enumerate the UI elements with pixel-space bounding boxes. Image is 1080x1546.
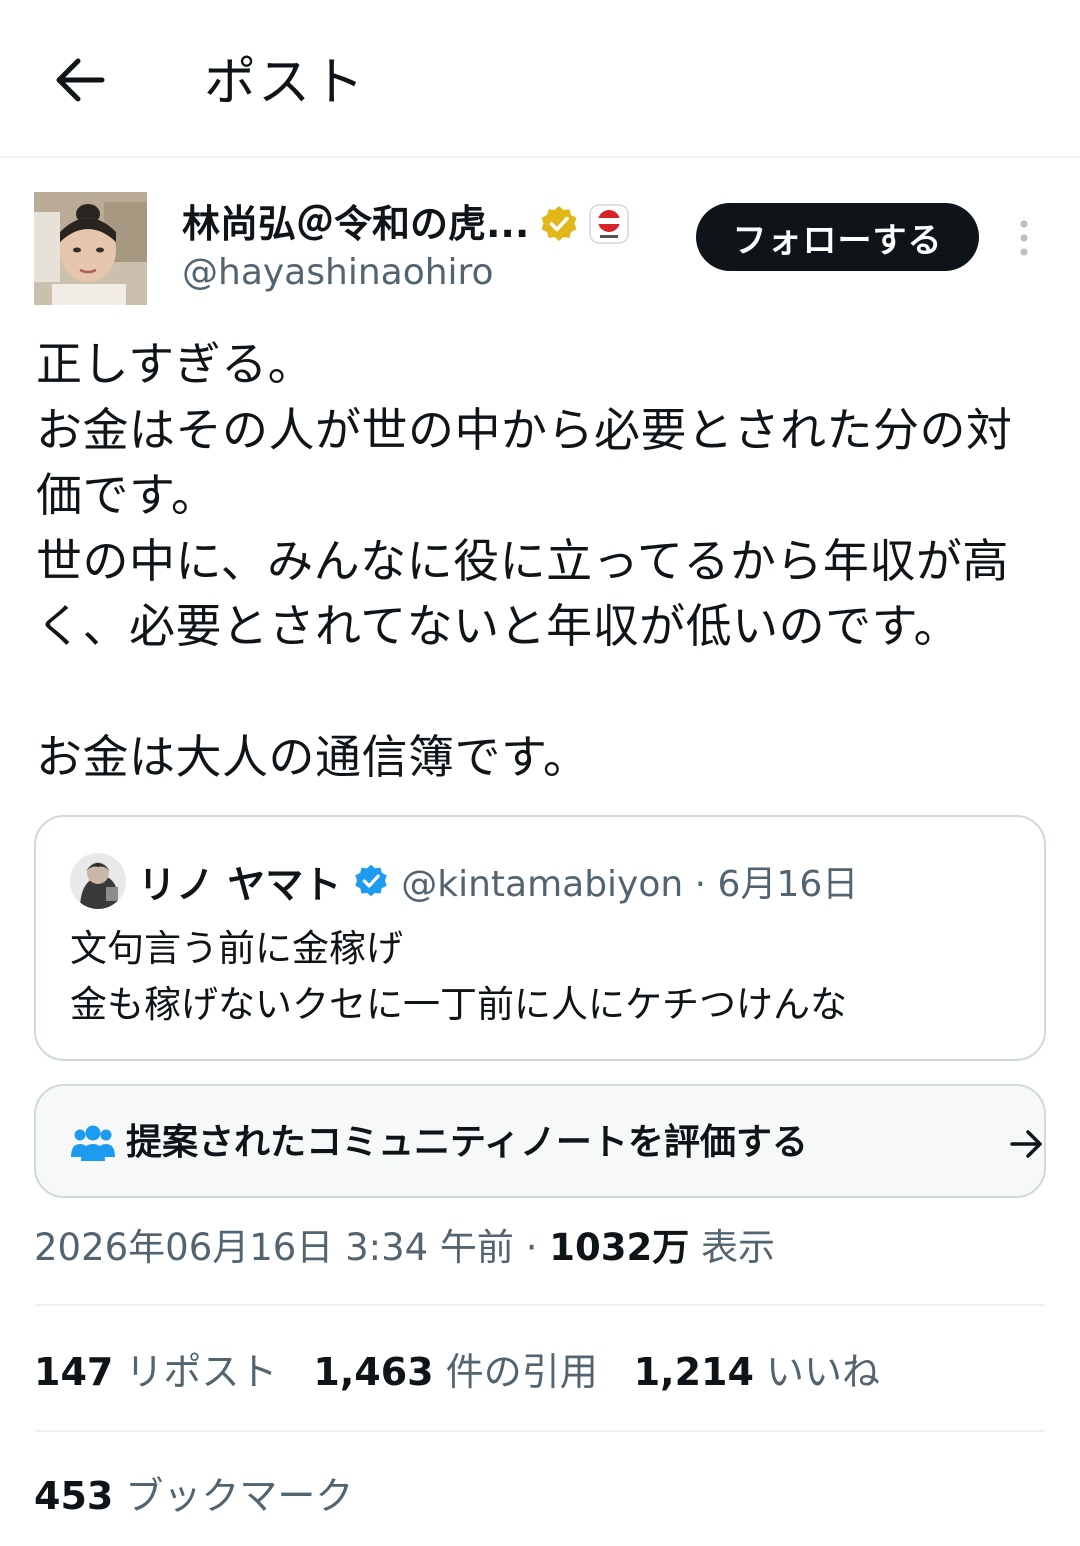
divider	[34, 1430, 1046, 1432]
bookmarks-label: ブックマーク	[113, 1474, 354, 1518]
quote-author-avatar	[70, 853, 126, 909]
quote-text: 文句言う前に金稼げ 金も稼げないクセに一丁前に人にケチつけんな	[70, 927, 847, 1026]
arrow-right-icon	[1010, 1130, 1042, 1158]
more-vertical-icon	[1020, 220, 1028, 256]
views-label: 表示	[689, 1226, 775, 1269]
likes-label: いいね	[753, 1350, 881, 1394]
affiliate-badge-icon	[589, 204, 630, 244]
community-note-button[interactable]: 提案されたコミュニティノートを評価する	[34, 1084, 1046, 1198]
likes-count: 1,214	[633, 1350, 754, 1394]
engagement-stats: 147 リポスト 1,463 件の引用 1,214 いいね	[34, 1342, 880, 1402]
quotes-count: 1,463	[313, 1350, 434, 1394]
likes-stat[interactable]: 1,214 いいね	[634, 1342, 880, 1402]
verified-gold-badge-icon	[541, 206, 577, 241]
author-name-row: 林尚弘＠令和の虎...	[182, 198, 630, 250]
quoted-tweet-card[interactable]: リノ ヤマト @kintamabiyon · 6月16日 文句言う前に金稼げ 金…	[34, 815, 1046, 1061]
quotes-stat[interactable]: 1,463 件の引用	[313, 1342, 597, 1402]
more-options-button[interactable]	[1004, 212, 1044, 264]
quote-header: リノ ヤマト @kintamabiyon · 6月16日	[138, 853, 858, 909]
tweet-meta: 2026年06月16日 3:34 午前 · 1032万 表示	[34, 1220, 775, 1276]
verified-blue-badge-icon	[355, 864, 387, 897]
post-detail-page: ポスト 林尚弘＠令和の虎... @hayashinaohiro フォローする 正…	[0, 0, 1080, 1546]
views-count: 1032万	[549, 1226, 690, 1269]
tweet-text: 正しすぎる。 お金はその人が世の中から必要とされた分の対価です。 世の中に、みん…	[36, 337, 1013, 784]
timestamp[interactable]: 2026年06月16日 3:34 午前 ·	[34, 1226, 549, 1269]
divider	[34, 1304, 1046, 1306]
reposts-stat[interactable]: 147 リポスト	[34, 1342, 277, 1402]
follow-button[interactable]: フォローする	[696, 203, 979, 271]
back-button[interactable]	[44, 44, 116, 116]
arrow-left-icon	[56, 58, 105, 102]
bookmarks-count: 453	[34, 1474, 114, 1518]
author-avatar[interactable]	[34, 192, 147, 305]
author-handle[interactable]: @hayashinaohiro	[182, 250, 494, 296]
quotes-label: 件の引用	[433, 1350, 598, 1394]
avatar-image	[34, 192, 147, 305]
reposts-label: リポスト	[113, 1350, 278, 1394]
reposts-count: 147	[34, 1350, 114, 1394]
community-note-label: 提案されたコミュニティノートを評価する	[126, 1122, 808, 1163]
top-bar: ポスト	[0, 0, 1080, 158]
people-icon	[71, 1125, 115, 1161]
author-name[interactable]: 林尚弘＠令和の虎...	[182, 199, 529, 249]
quote-meta: @kintamabiyon · 6月16日	[401, 864, 859, 905]
quote-avatar-image	[70, 853, 126, 909]
bookmarks-stat[interactable]: 453 ブックマーク	[34, 1466, 353, 1526]
page-title: ポスト	[204, 53, 367, 113]
quote-author-name: リノ ヤマト	[138, 862, 342, 907]
